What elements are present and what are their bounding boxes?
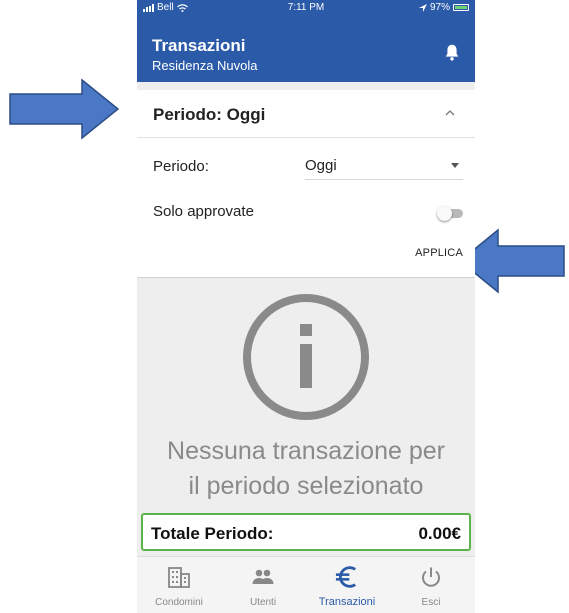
empty-state-line-1: Nessuna transazione per [167,437,445,465]
period-total-value: 0.00€ [418,524,461,543]
battery-icon [453,4,469,11]
filter-card-title: Periodo: Oggi [153,105,266,124]
info-icon [243,294,369,420]
status-right: 97% [418,2,469,13]
period-select[interactable]: Oggi [305,153,463,180]
location-icon [418,3,427,12]
phone-screen: Transazioni Residenza Nuvola Bell 7:11 P… [137,0,475,613]
nav-item-transazioni[interactable]: Transazioni [305,557,389,613]
euro-icon [335,566,356,588]
filter-card-header[interactable]: Periodo: Oggi [137,90,475,138]
users-icon [252,569,274,584]
period-select-value: Oggi [305,157,337,174]
nav-item-condomini[interactable]: Condomini [137,557,221,613]
period-label: Periodo: [153,158,209,175]
approved-only-label: Solo approvate [153,203,254,220]
nav-item-utenti[interactable]: Utenti [221,557,305,613]
screenshot-stage: Transazioni Residenza Nuvola Bell 7:11 P… [0,0,569,613]
bell-icon[interactable] [441,42,463,64]
period-total-label: Totale Periodo: [151,524,274,543]
nav-label-condomini: Condomini [155,597,203,608]
page-title: Transazioni [152,36,246,55]
nav-label-esci: Esci [421,597,441,608]
approved-only-toggle[interactable] [437,206,463,221]
status-bar: Bell 7:11 PM 97% [137,0,475,30]
empty-state-message: Nessuna transazione per il periodo selez… [137,434,475,504]
nav-label-transazioni: Transazioni [318,596,376,608]
building-icon [168,567,190,588]
toggle-thumb [437,206,452,221]
empty-state-line-2: il periodo selezionato [188,472,424,500]
dropdown-arrow-icon [451,163,459,168]
battery-percent: 97% [429,2,450,13]
bottom-navigation: Condomini Utenti Transazioni Esci [137,556,475,613]
power-icon [422,567,440,587]
page-subtitle: Residenza Nuvola [152,58,258,73]
nav-label-utenti: Utenti [249,597,277,608]
annotation-arrow-left [9,78,120,140]
apply-button[interactable]: APPLICA [415,247,463,259]
nav-item-esci[interactable]: Esci [389,557,473,613]
chevron-up-icon[interactable] [443,106,457,120]
filter-card: Periodo: Oggi Periodo: Oggi Solo approva… [137,90,475,278]
period-total-box: Totale Periodo: 0.00€ [141,513,471,551]
